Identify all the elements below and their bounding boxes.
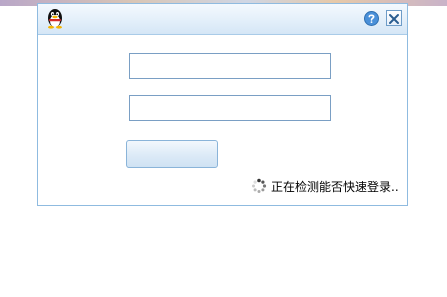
login-window: 正在检测能否快速登录.. xyxy=(37,3,408,206)
loading-spinner-icon xyxy=(252,178,267,193)
status-indicator: 正在检测能否快速登录.. xyxy=(251,177,399,195)
help-icon[interactable] xyxy=(364,11,379,26)
account-input[interactable] xyxy=(129,53,331,79)
status-text: 正在检测能否快速登录.. xyxy=(271,179,399,194)
title-bar[interactable] xyxy=(38,4,407,35)
qq-penguin-icon xyxy=(48,9,62,29)
close-icon xyxy=(389,14,399,24)
password-input[interactable] xyxy=(129,95,331,121)
close-button[interactable] xyxy=(386,10,402,26)
login-button[interactable] xyxy=(126,140,218,168)
